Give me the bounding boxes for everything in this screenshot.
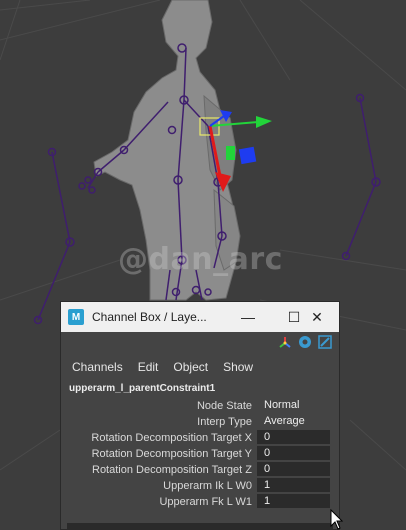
channel-box-icon[interactable]: [278, 335, 292, 349]
attribute-row[interactable]: Upperarm Ik L W0 1: [61, 478, 339, 494]
menu-edit[interactable]: Edit: [138, 360, 159, 374]
mouse-cursor-icon: [330, 509, 344, 530]
menu-show[interactable]: Show: [223, 360, 253, 374]
attribute-value-field[interactable]: 0: [257, 446, 330, 460]
horizontal-scrollbar[interactable]: [67, 523, 333, 529]
attribute-label[interactable]: Upperarm Ik L W0: [163, 478, 252, 494]
close-icon: ✕: [311, 308, 323, 325]
attribute-editor-icon[interactable]: [298, 335, 312, 349]
attribute-label[interactable]: Interp Type: [197, 414, 252, 430]
tool-settings-icon[interactable]: [318, 335, 332, 349]
attribute-value-field[interactable]: 1: [257, 494, 330, 508]
menu-object[interactable]: Object: [173, 360, 208, 374]
attribute-row[interactable]: Rotation Decomposition Target Y 0: [61, 446, 339, 462]
attribute-value[interactable]: Normal: [257, 398, 330, 412]
attribute-row[interactable]: Rotation Decomposition Target Z 0: [61, 462, 339, 478]
title-bar[interactable]: M Channel Box / Laye... — ☐ ✕: [61, 302, 339, 332]
attribute-row[interactable]: Interp Type Average: [61, 414, 339, 430]
toolbar: [61, 332, 339, 354]
menu-bar: Channels Edit Object Show: [61, 354, 339, 380]
attribute-label[interactable]: Node State: [197, 398, 252, 414]
attribute-value-field[interactable]: 1: [257, 478, 330, 492]
attribute-label[interactable]: Rotation Decomposition Target Z: [92, 462, 252, 478]
attribute-value[interactable]: Average: [257, 414, 330, 428]
maya-logo-icon: M: [68, 309, 84, 325]
watermark-text: @dan_arc: [118, 242, 283, 277]
attribute-row[interactable]: Rotation Decomposition Target X 0: [61, 430, 339, 446]
close-button[interactable]: ✕: [294, 302, 339, 332]
node-name[interactable]: upperarm_l_parentConstraint1: [61, 380, 339, 398]
attribute-value-field[interactable]: 0: [257, 430, 330, 444]
attribute-row[interactable]: Upperarm Fk L W1 1: [61, 494, 339, 510]
attribute-list: Node State Normal Interp Type Average Ro…: [61, 398, 339, 510]
channel-box-window: M Channel Box / Laye... — ☐ ✕ Channels E: [60, 301, 340, 530]
window-title: Channel Box / Laye...: [92, 310, 207, 324]
minimize-button[interactable]: —: [225, 302, 271, 332]
menu-channels[interactable]: Channels: [72, 360, 123, 374]
attribute-label[interactable]: Rotation Decomposition Target X: [91, 430, 252, 446]
attribute-label[interactable]: Upperarm Fk L W1: [159, 494, 252, 510]
minimize-icon: —: [241, 309, 255, 325]
attribute-label[interactable]: Rotation Decomposition Target Y: [92, 446, 252, 462]
attribute-row[interactable]: Node State Normal: [61, 398, 339, 414]
attribute-value-field[interactable]: 0: [257, 462, 330, 476]
